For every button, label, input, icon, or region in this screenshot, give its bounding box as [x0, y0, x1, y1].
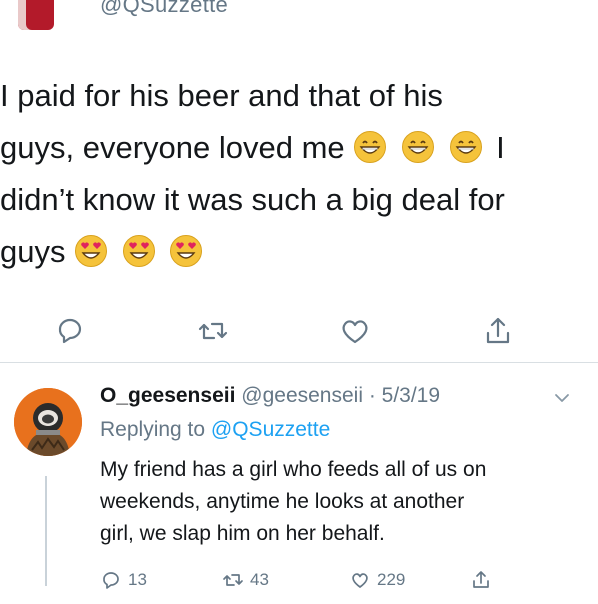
avatar-original[interactable] [18, 0, 54, 30]
replying-to: Replying to @QSuzzette [100, 418, 330, 442]
chevron-down-icon[interactable] [552, 388, 572, 408]
reply-line-1: My friend has a girl who feeds all of us… [100, 458, 487, 481]
share-icon[interactable] [480, 313, 516, 349]
tweet-line-2-text: guys, everyone loved me [0, 130, 345, 165]
reply-actions: 13 43 229 [0, 566, 598, 594]
tweet-actions [0, 313, 598, 349]
tweet-line-4: guys [0, 226, 590, 278]
like-button[interactable]: 229 [349, 566, 405, 594]
like-icon[interactable] [337, 313, 373, 349]
avatar[interactable] [14, 388, 82, 456]
retweet-icon[interactable] [195, 313, 231, 349]
retweet-button[interactable]: 43 [222, 566, 269, 594]
grinning-face-icon [449, 131, 482, 163]
tweet-text: I paid for his beer and that of his guys… [0, 70, 590, 278]
reply-header: O_geesenseii @geesenseii · 5/3/19 [100, 384, 440, 408]
heart-eyes-face-icon [122, 235, 155, 267]
tweet-line-1: I paid for his beer and that of his [0, 78, 443, 113]
share-button[interactable] [470, 566, 492, 594]
replying-to-link[interactable]: @QSuzzette [211, 418, 330, 441]
like-icon [352, 573, 368, 588]
reply-text: My friend has a girl who feeds all of us… [100, 454, 580, 550]
like-count: 229 [377, 570, 406, 589]
retweet-icon [223, 574, 243, 586]
original-handle[interactable]: @QSuzzette [100, 0, 228, 18]
astronaut-icon [14, 388, 82, 456]
reply-icon [103, 572, 119, 589]
heart-eyes-face-icon [75, 235, 108, 267]
share-icon [473, 571, 489, 588]
tweet-line-3: didn’t know it was such a big deal for [0, 182, 505, 217]
grinning-face-icon [401, 131, 434, 163]
tweet-line-2-tail: I [496, 130, 505, 165]
replying-to-prefix: Replying to [100, 418, 206, 441]
retweet-count: 43 [250, 570, 269, 589]
reply-line-2: weekends, anytime he looks at another [100, 490, 465, 513]
grinning-face-icon [354, 131, 387, 163]
reply-button[interactable]: 13 [100, 566, 147, 594]
divider [0, 362, 598, 363]
tweet-line-4-text: guys [0, 234, 66, 269]
reply-display-name[interactable]: O_geesenseii [100, 384, 235, 407]
tweet-line-2: guys, everyone loved me I [0, 122, 590, 174]
heart-eyes-face-icon [170, 235, 203, 267]
reply-line-3: girl, we slap him on her behalf. [100, 522, 385, 545]
reply-meta[interactable]: @geesenseii · 5/3/19 [241, 384, 440, 407]
reply-count: 13 [128, 570, 147, 589]
reply-icon[interactable] [52, 313, 88, 349]
